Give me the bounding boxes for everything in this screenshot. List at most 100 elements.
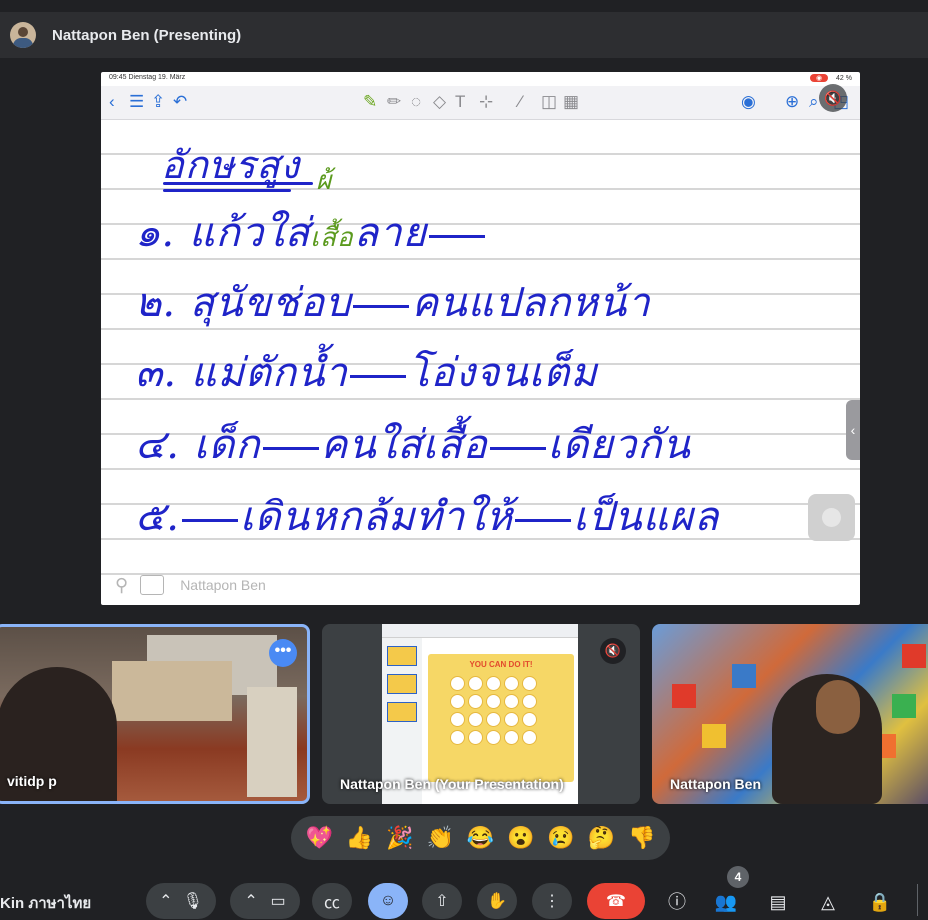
emoji-icon: ☺: [379, 892, 397, 909]
line-text: เป็นแผล: [573, 494, 720, 540]
chevron-up-icon[interactable]: ⌃: [159, 891, 172, 911]
handwritten-line-4: ๔. เด็ก คนใส่เสื้อ เดียวกัน: [135, 412, 691, 476]
presenter-bar: Nattapon Ben (Presenting): [0, 12, 928, 58]
clap-reaction-button[interactable]: 👏: [425, 823, 455, 853]
presenter-label: Nattapon Ben (Presenting): [52, 26, 242, 44]
blank: [489, 446, 546, 450]
undo-icon[interactable]: ↶: [173, 92, 187, 112]
mic-record-icon[interactable]: ◉: [741, 92, 756, 112]
thumbs-down-reaction-button[interactable]: 👎: [627, 823, 657, 853]
pencil-icon[interactable]: ✏: [387, 92, 401, 112]
reactions-bar: 💖 👍 🎉 👏 😂 😮 😢 🤔 👎: [291, 816, 670, 860]
grid-icon[interactable]: ▦: [563, 92, 579, 112]
chat-icon[interactable]: ▤: [764, 888, 792, 916]
slides-toolbar: [382, 624, 578, 638]
host-controls-icon[interactable]: 🔒: [866, 888, 894, 916]
heart-reaction-button[interactable]: 💖: [304, 823, 334, 853]
participant-name: Nattapon Ben (Your Presentation): [340, 776, 564, 792]
back-icon[interactable]: ‹: [109, 92, 115, 112]
eraser-icon[interactable]: ◇: [433, 92, 446, 112]
slide-canvas: YOU CAN DO IT!: [428, 654, 574, 782]
present-button[interactable]: ⇧: [422, 883, 462, 919]
handwritten-line-1: ๑. แก้วใส่เสื้อลาย: [135, 200, 487, 264]
line-number: ๓.: [135, 350, 178, 396]
title-underline: [163, 182, 313, 185]
line-text: เดียวกัน: [547, 422, 691, 468]
camera-control[interactable]: ⌃ ▭: [230, 883, 300, 919]
video-background: [247, 687, 297, 797]
more-options-button[interactable]: ⋮: [532, 883, 572, 919]
captions-button[interactable]: ㏄: [312, 883, 352, 919]
muted-icon: 🔇: [819, 84, 847, 112]
floating-assistive-button[interactable]: [808, 494, 855, 541]
pen-icon[interactable]: ✎: [363, 92, 377, 112]
share-icon[interactable]: ⇪: [151, 92, 165, 112]
line-number: ๕.: [135, 494, 180, 540]
side-panel-handle[interactable]: ‹: [846, 400, 860, 460]
blank: [429, 234, 486, 238]
add-page-icon[interactable]: ⊕: [785, 92, 799, 112]
leave-call-button[interactable]: ☎: [587, 883, 645, 919]
green-annotation-word: เสื้อ: [310, 223, 354, 253]
handwritten-line-3: ๓. แม่ตักน้ำ โอ่งจนเต็ม: [135, 340, 598, 404]
surprised-reaction-button[interactable]: 😮: [506, 823, 536, 853]
shared-screen: 09:45 Dienstag 19. März ◉ 42 % ‹ ☰ ⇪ ↶ ✎…: [101, 72, 860, 605]
video-background: [112, 661, 232, 721]
blank: [349, 374, 406, 378]
info-icon[interactable]: ⓘ: [663, 888, 691, 916]
handwritten-line-2: ๒. สุนัขช่อบ คนแปลกหน้า: [135, 270, 651, 334]
status-right: ◉ 42 %: [809, 74, 852, 84]
raise-hand-button[interactable]: ✋: [477, 883, 517, 919]
notes-footer: ⚲ Nattapon Ben: [101, 565, 860, 605]
emoji-button[interactable]: ☺: [368, 883, 408, 919]
participant-tile[interactable]: ••• vitidp p: [0, 624, 310, 804]
sad-reaction-button[interactable]: 😢: [546, 823, 576, 853]
page-icon[interactable]: [140, 575, 165, 595]
notes-toolbar: ‹ ☰ ⇪ ↶ ✎ ✏ ◌ ◇ T ⊹ ⁄ ◫ ▦ ◉ ⊕ ⌕ ◳: [101, 86, 860, 120]
meet-window: Nattapon Ben (Presenting) 09:45 Dienstag…: [0, 0, 928, 920]
title-underline-second: [163, 189, 291, 192]
tile-more-options-button[interactable]: •••: [269, 639, 297, 667]
handwritten-title: อักษรสูง: [161, 143, 301, 187]
line-text: คนใส่เสื้อ: [320, 422, 488, 468]
microphone-control[interactable]: ⌃ 🎙: [146, 883, 216, 919]
chevron-up-icon[interactable]: ⌃: [244, 891, 257, 911]
highlighter-icon[interactable]: ⁄: [519, 92, 522, 112]
slide-heading: YOU CAN DO IT!: [469, 660, 533, 669]
captions-icon: ㏄: [323, 895, 340, 912]
pin-icon[interactable]: ⚲: [115, 575, 128, 596]
shape-icon[interactable]: ⊹: [479, 92, 493, 112]
line-number: ๒.: [135, 280, 177, 326]
blank: [182, 518, 238, 522]
line-text: แม่ตักน้ำ: [190, 350, 348, 396]
line-text: สุนัขช่อบ: [189, 280, 352, 326]
thinking-reaction-button[interactable]: 🤔: [586, 823, 616, 853]
lasso-icon[interactable]: ◌: [411, 92, 421, 112]
participant-name: Nattapon Ben: [670, 776, 761, 792]
list-icon[interactable]: ☰: [129, 92, 144, 112]
presentation-tile[interactable]: YOU CAN DO IT! 🔇 Nattapon Ben (Your Pres…: [322, 624, 640, 804]
mic-icon[interactable]: 🎙: [183, 891, 203, 911]
camera-icon[interactable]: ▭: [271, 891, 286, 911]
search-icon[interactable]: ⌕: [809, 92, 819, 112]
record-indicator: ◉: [809, 74, 829, 82]
activities-icon[interactable]: ◬: [814, 888, 842, 916]
video-background: [702, 724, 726, 748]
line-text: คนแปลกหน้า: [411, 280, 651, 326]
raise-hand-icon: ✋: [487, 893, 507, 910]
people-icon[interactable]: 👥: [712, 888, 740, 916]
people-count-badge: 4: [727, 866, 749, 888]
hangup-icon: ☎: [606, 893, 626, 910]
video-background: [672, 684, 696, 708]
status-time: 09:45 Dienstag 19. März: [109, 74, 186, 81]
battery-text: 42 %: [836, 75, 852, 82]
ruler-icon[interactable]: ◫: [541, 92, 557, 112]
thumbs-up-reaction-button[interactable]: 👍: [344, 823, 374, 853]
laugh-reaction-button[interactable]: 😂: [465, 823, 495, 853]
party-reaction-button[interactable]: 🎉: [385, 823, 415, 853]
text-icon[interactable]: T: [455, 92, 465, 112]
video-background: [892, 694, 916, 718]
participant-tile[interactable]: Nattapon Ben: [652, 624, 928, 804]
line-text: เดินหกล้มทำให้: [240, 494, 514, 540]
handwritten-line-5: ๕. เดินหกล้มทำให้ เป็นแผล: [135, 484, 719, 548]
